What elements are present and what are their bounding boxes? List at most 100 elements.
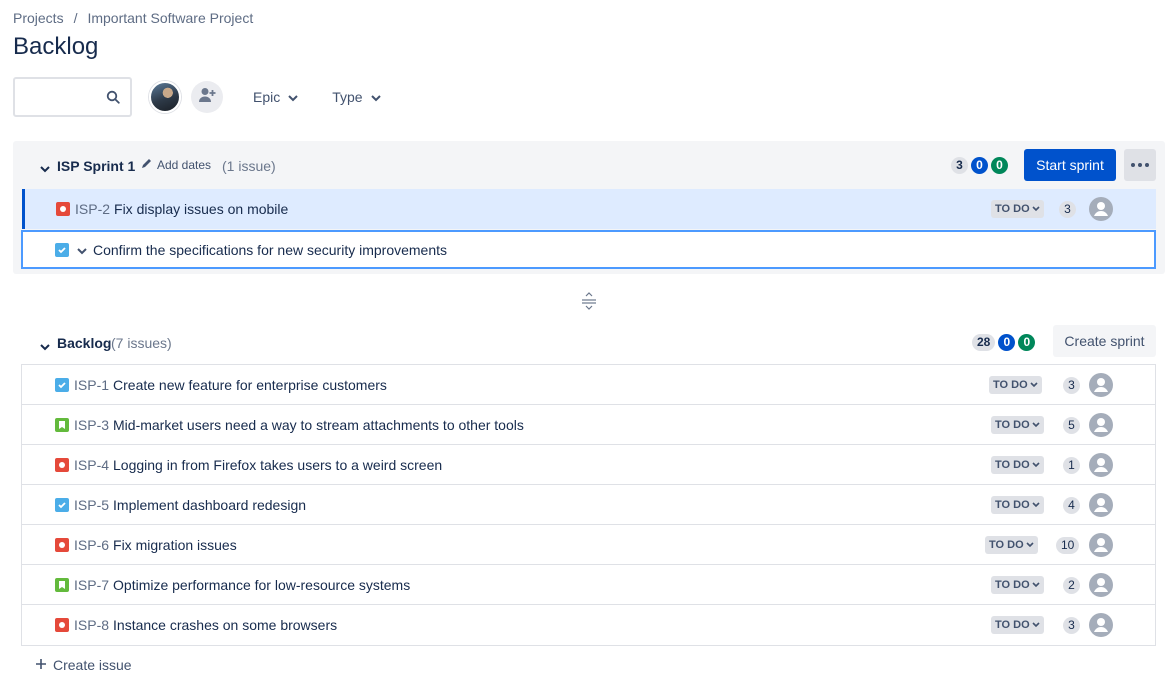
unassigned-avatar-icon[interactable] <box>1089 453 1113 477</box>
task-type-icon <box>55 377 69 392</box>
bug-type-icon <box>55 537 69 552</box>
create-issue-input[interactable] <box>93 241 993 258</box>
search-icon <box>106 90 120 109</box>
sprint-header: ISP Sprint 1 Add dates (1 issue) 3 0 0 S… <box>13 141 1165 189</box>
backlog-point-counts: 28 0 0 <box>972 334 1036 351</box>
backlog-issue-row[interactable]: ISP-1 Create new feature for enterprise … <box>22 365 1155 405</box>
issue-key[interactable]: ISP-7 <box>74 577 109 593</box>
done-count-badge: 0 <box>991 157 1008 174</box>
sprint-more-actions-button[interactable] <box>1124 149 1156 181</box>
issue-key[interactable]: ISP-8 <box>74 617 109 633</box>
add-dates-button[interactable]: Add dates <box>141 158 211 172</box>
chevron-down-icon <box>1032 206 1040 212</box>
more-dot-icon <box>1131 163 1135 167</box>
sprint-issue-row[interactable]: ISP-2 Fix display issues on mobile TO DO… <box>22 189 1156 229</box>
issue-key[interactable]: ISP-6 <box>74 537 109 553</box>
add-people-button[interactable] <box>191 81 223 113</box>
user-avatar-filter[interactable] <box>149 81 181 113</box>
chevron-down-icon <box>370 89 381 105</box>
more-dot-icon <box>1138 163 1142 167</box>
task-type-icon <box>55 242 69 257</box>
backlog-collapse-chevron-icon[interactable] <box>40 338 50 356</box>
backlog-issue-list: ISP-1 Create new feature for enterprise … <box>21 364 1156 646</box>
status-label: TO DO <box>995 499 1030 511</box>
create-sprint-button[interactable]: Create sprint <box>1053 325 1156 357</box>
bug-type-icon <box>55 618 69 632</box>
breadcrumb-project-link[interactable]: Important Software Project <box>87 10 253 26</box>
bug-type-icon <box>56 202 70 216</box>
issue-summary: Create new feature for enterprise custom… <box>113 376 387 393</box>
issue-key[interactable]: ISP-4 <box>74 457 109 473</box>
issue-key[interactable]: ISP-1 <box>74 377 109 393</box>
filter-toolbar: Epic Type <box>13 77 389 117</box>
chevron-down-icon <box>288 89 298 105</box>
status-label: TO DO <box>993 379 1028 391</box>
backlog-issue-row[interactable]: ISP-3 Mid-market users need a way to str… <box>22 405 1155 445</box>
backlog-issue-row[interactable]: ISP-6 Fix migration issues TO DO 10 <box>22 525 1155 565</box>
status-label: TO DO <box>989 539 1024 551</box>
backlog-issue-row[interactable]: ISP-4 Logging in from Firefox takes user… <box>22 445 1155 485</box>
more-dot-icon <box>1145 163 1149 167</box>
in-progress-count-badge: 0 <box>971 157 988 174</box>
page-title: Backlog <box>13 33 99 60</box>
search-input[interactable] <box>21 79 111 115</box>
status-dropdown[interactable]: TO DO <box>991 456 1044 474</box>
chevron-down-icon <box>1032 582 1040 588</box>
inline-create-row[interactable] <box>21 230 1156 269</box>
unassigned-avatar-icon[interactable] <box>1089 197 1113 221</box>
unassigned-avatar-icon[interactable] <box>1089 413 1113 437</box>
task-type-icon <box>55 497 69 512</box>
status-dropdown[interactable]: TO DO <box>991 576 1044 594</box>
epic-filter-label: Epic <box>253 89 281 105</box>
start-sprint-button[interactable]: Start sprint <box>1024 149 1116 181</box>
issue-summary: Optimize performance for low-resource sy… <box>113 576 411 593</box>
status-label: TO DO <box>995 203 1030 215</box>
chevron-down-icon <box>1032 462 1040 468</box>
status-dropdown[interactable]: TO DO <box>991 200 1044 218</box>
epic-filter-dropdown[interactable]: Epic <box>245 81 306 113</box>
breadcrumb: Projects / Important Software Project <box>13 10 253 26</box>
backlog-title: Backlog <box>57 335 112 351</box>
status-dropdown[interactable]: TO DO <box>985 536 1038 554</box>
story-points-badge: 10 <box>1056 537 1080 554</box>
backlog-issue-count: (7 issues) <box>111 335 172 351</box>
status-dropdown[interactable]: TO DO <box>991 416 1044 434</box>
pencil-icon <box>141 158 152 172</box>
story-points-badge: 3 <box>1059 201 1076 218</box>
unassigned-avatar-icon[interactable] <box>1089 533 1113 557</box>
sprint-container: ISP Sprint 1 Add dates (1 issue) 3 0 0 S… <box>13 141 1165 274</box>
status-label: TO DO <box>995 619 1030 631</box>
story-points-badge: 4 <box>1063 497 1080 514</box>
chevron-down-icon <box>1030 382 1038 388</box>
status-label: TO DO <box>995 459 1030 471</box>
type-filter-dropdown[interactable]: Type <box>324 81 388 113</box>
issue-summary: Instance crashes on some browsers <box>113 617 338 633</box>
unassigned-avatar-icon[interactable] <box>1089 493 1113 517</box>
backlog-issue-row[interactable]: ISP-7 Optimize performance for low-resou… <box>22 565 1155 605</box>
issue-summary: Mid-market users need a way to stream at… <box>113 416 524 433</box>
chevron-down-icon <box>1026 542 1034 548</box>
status-dropdown[interactable]: TO DO <box>989 376 1042 394</box>
todo-count-badge: 3 <box>951 157 968 174</box>
create-issue-button[interactable]: Create issue <box>35 657 132 673</box>
sprint-point-counts: 3 0 0 <box>951 157 1008 174</box>
breadcrumb-separator: / <box>73 10 78 26</box>
unassigned-avatar-icon[interactable] <box>1089 373 1113 397</box>
bug-type-icon <box>55 457 69 472</box>
unassigned-avatar-icon[interactable] <box>1089 613 1113 637</box>
backlog-issue-row[interactable]: ISP-5 Implement dashboard redesign TO DO… <box>22 485 1155 525</box>
issue-key[interactable]: ISP-5 <box>74 497 109 513</box>
status-dropdown[interactable]: TO DO <box>991 496 1044 514</box>
status-dropdown[interactable]: TO DO <box>991 616 1044 634</box>
unassigned-avatar-icon[interactable] <box>1089 573 1113 597</box>
backlog-issue-row[interactable]: ISP-8 Instance crashes on some browsers … <box>22 605 1155 645</box>
search-box[interactable] <box>13 77 132 117</box>
issue-type-chevron-icon[interactable] <box>77 242 87 258</box>
drag-divider-icon[interactable] <box>582 292 596 315</box>
issue-key[interactable]: ISP-3 <box>74 417 109 433</box>
issue-key[interactable]: ISP-2 <box>75 201 110 217</box>
in-progress-count-badge: 0 <box>998 334 1016 351</box>
breadcrumb-projects-link[interactable]: Projects <box>13 10 64 26</box>
type-filter-label: Type <box>332 89 363 105</box>
collapse-chevron-icon[interactable] <box>40 160 50 178</box>
